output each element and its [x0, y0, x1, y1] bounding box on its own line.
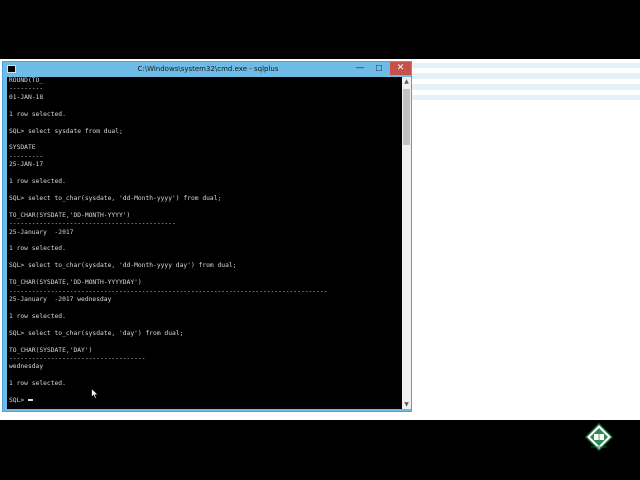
console-line: --------- [9, 152, 44, 160]
cmd-window: C:\Windows\system32\cmd.exe - sqlplus — … [2, 61, 412, 412]
text-cursor [27, 399, 33, 402]
window-title: C:\Windows\system32\cmd.exe - sqlplus [137, 65, 279, 73]
console-line: TO_CHAR(SYSDATE,'DAY') [9, 346, 93, 354]
tutorial-logo-icon [585, 423, 613, 451]
console-line: TO_CHAR(SYSDATE,'DD-MONTH-YYYYDAY') [9, 279, 142, 287]
console-line: ------------------------------------ [9, 354, 146, 362]
console-line: 1 row selected. [9, 312, 66, 320]
console-line: 25-JAN-17 [9, 161, 44, 169]
close-button[interactable]: ✕ [390, 62, 411, 75]
desktop-background [412, 59, 640, 420]
console-line: ----------------------------------------… [9, 287, 328, 295]
console-line: 25-January -2017 wednesday [9, 295, 112, 303]
sql-prompt-line[interactable]: SQL> [7, 397, 402, 405]
console-line: SQL> select sysdate from dual; [9, 127, 123, 135]
vertical-scrollbar[interactable]: ▲ ▼ [402, 77, 411, 409]
desktop-band [412, 73, 640, 79]
console-line: 1 row selected. [9, 178, 66, 186]
console-line: SQL> select to_char(sysdate, 'day') from… [9, 329, 184, 337]
cmd-icon[interactable] [7, 65, 16, 73]
screen: C:\Windows\system32\cmd.exe - sqlplus — … [0, 59, 640, 451]
desktop-band [412, 63, 640, 68]
mouse-pointer-icon [91, 388, 99, 399]
console-line: 1 row selected. [9, 110, 66, 118]
desktop-band [412, 95, 640, 100]
console-line: 1 row selected. [9, 245, 66, 253]
console-line: wednesday [9, 363, 44, 371]
scroll-up-arrow-icon[interactable]: ▲ [402, 77, 411, 86]
console-line: ROUND(TO_ [9, 77, 44, 84]
minimize-button[interactable]: — [351, 62, 369, 75]
console-line: TO_CHAR(SYSDATE,'DD-MONTH-YYYY') [9, 211, 131, 219]
console-output[interactable]: ROUND(TO_ --------- 01-JAN-18 1 row sele… [7, 77, 402, 409]
console-line: SQL> select to_char(sysdate, 'dd-Month-y… [9, 262, 237, 270]
console-line: ----------------------------------------… [9, 220, 176, 228]
console-line: 1 row selected. [9, 380, 66, 388]
desktop-band [412, 84, 640, 90]
maximize-button[interactable]: ☐ [370, 62, 388, 75]
console-line: --------- [9, 85, 44, 93]
sql-prompt: SQL> [9, 397, 28, 405]
scroll-thumb[interactable] [403, 89, 410, 145]
title-bar[interactable]: C:\Windows\system32\cmd.exe - sqlplus — … [3, 62, 411, 76]
console-line: 25-January -2017 [9, 228, 74, 236]
console-line: SYSDATE [9, 144, 36, 152]
scroll-down-arrow-icon[interactable]: ▼ [402, 400, 411, 409]
console-line: SQL> select to_char(sysdate, 'dd-Month-y… [9, 194, 222, 202]
console-line: 01-JAN-18 [9, 93, 44, 101]
